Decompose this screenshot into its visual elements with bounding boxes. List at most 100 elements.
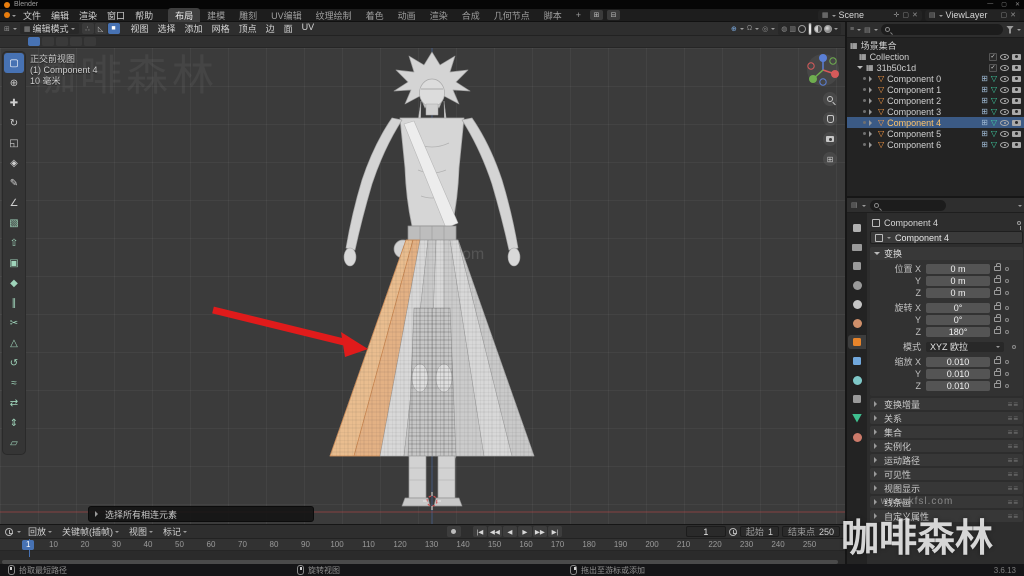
playback-button[interactable]: |◀ <box>473 526 487 537</box>
tool-button[interactable]: ▧ <box>4 213 24 233</box>
lock-open-icon[interactable] <box>994 329 1001 334</box>
collection-checkbox[interactable]: ✓ <box>989 53 997 61</box>
tool-button[interactable]: ⊕ <box>4 73 24 93</box>
collapsed-section-header[interactable]: 自定义属性 ≡≡ <box>870 510 1023 522</box>
value-field[interactable]: 180° <box>926 327 990 337</box>
properties-tab[interactable] <box>848 354 866 368</box>
pin-icon[interactable] <box>1017 221 1021 225</box>
viewport-menu-item[interactable]: 边 <box>262 22 279 35</box>
render-camera-icon[interactable] <box>1012 54 1021 60</box>
hide-eye-icon[interactable] <box>1000 131 1009 137</box>
render-camera-icon[interactable] <box>1012 98 1021 104</box>
playback-button[interactable]: ▶ <box>518 526 532 537</box>
expand-caret-icon[interactable] <box>869 120 875 126</box>
tool-button[interactable]: ⇕ <box>4 413 24 433</box>
tool-button[interactable]: ▢ <box>4 53 24 73</box>
tool-button[interactable]: ▣ <box>4 253 24 273</box>
mesh-data-icon[interactable]: ▽ <box>991 140 997 149</box>
outliner-row-component[interactable]: ▽ Component 0 ⊞ ▽ <box>847 73 1024 84</box>
viewlayer-selector[interactable]: ▤ ViewLayer ▢ ✕ <box>925 10 1020 21</box>
properties-tab[interactable] <box>848 373 866 387</box>
outliner-row-collection[interactable]: ▦ Collection ✓ <box>847 51 1024 62</box>
properties-search-input[interactable] <box>870 200 946 211</box>
menu-item[interactable]: 编辑 <box>46 11 74 21</box>
hide-eye-icon[interactable] <box>1000 76 1009 82</box>
move-view-icon[interactable] <box>823 112 837 126</box>
properties-options-caret-icon[interactable] <box>1018 205 1022 209</box>
properties-tab[interactable] <box>848 259 866 273</box>
lock-open-icon[interactable] <box>994 359 1001 364</box>
outliner-row-component[interactable]: ▽ Component 2 ⊞ ▽ <box>847 95 1024 106</box>
render-camera-icon[interactable] <box>1012 131 1021 137</box>
tool-button[interactable]: ↺ <box>4 353 24 373</box>
rendered-shading-icon[interactable] <box>824 25 832 33</box>
transform-panel-header[interactable]: 变换 <box>870 247 1023 260</box>
lock-open-icon[interactable] <box>994 266 1001 271</box>
collapsed-section-header[interactable]: 变换增量 ≡≡ <box>870 398 1023 410</box>
xray-toggle-icon[interactable]: ▥ <box>789 25 796 33</box>
workspace-tab[interactable]: 合成 <box>455 8 487 23</box>
workspace-tab[interactable]: UV编辑 <box>264 8 309 23</box>
viewport-3d[interactable]: 咖啡森林 l.com <box>0 48 845 524</box>
tool-button[interactable]: ✚ <box>4 93 24 113</box>
viewport-menu-item[interactable]: 网格 <box>208 22 234 35</box>
render-camera-icon[interactable] <box>1012 120 1021 126</box>
select-mode-intersect-icon[interactable] <box>84 37 96 46</box>
keyframe-dot-icon[interactable] <box>1005 330 1009 334</box>
properties-tab[interactable] <box>848 297 866 311</box>
keyframe-dot-icon[interactable] <box>1005 318 1009 322</box>
menu-item[interactable]: 帮助 <box>130 11 158 21</box>
new-scene-icon[interactable]: ▢ <box>902 11 909 19</box>
timeline-menu-item[interactable]: 视图 <box>126 525 156 538</box>
outliner-row-component[interactable]: ▽ Component 6 ⊞ ▽ <box>847 139 1024 150</box>
select-mode-invert-icon[interactable] <box>70 37 82 46</box>
face-select-icon[interactable]: ■ <box>108 23 120 34</box>
hide-eye-icon[interactable] <box>1000 142 1009 148</box>
snap-magnet-icon[interactable]: Ω <box>747 25 752 32</box>
expand-caret-icon[interactable] <box>857 66 863 72</box>
value-field[interactable]: 0.010 <box>926 381 990 391</box>
use-preview-range-icon[interactable] <box>729 528 737 536</box>
expand-caret-icon[interactable] <box>869 142 875 148</box>
viewport-menu-item[interactable]: 顶点 <box>235 22 261 35</box>
workspace-layout-icon[interactable]: ⊞ <box>590 10 603 20</box>
rotation-mode-dropdown[interactable]: XYZ 欧拉 <box>926 342 1004 352</box>
outliner-row-component[interactable]: ▽ Component 5 ⊞ ▽ <box>847 128 1024 139</box>
tool-button[interactable]: ↻ <box>4 113 24 133</box>
render-camera-icon[interactable] <box>1012 76 1021 82</box>
properties-tab[interactable] <box>848 392 866 406</box>
material-shading-icon[interactable] <box>814 25 822 33</box>
render-camera-icon[interactable] <box>1012 87 1021 93</box>
expand-caret-icon[interactable] <box>869 98 875 104</box>
render-camera-icon[interactable] <box>1012 109 1021 115</box>
menu-item[interactable]: 窗口 <box>102 11 130 21</box>
hide-eye-icon[interactable] <box>1000 109 1009 115</box>
expand-caret-icon[interactable] <box>869 109 875 115</box>
properties-tab[interactable] <box>848 316 866 330</box>
lock-open-icon[interactable] <box>994 305 1001 310</box>
mesh-data-icon[interactable]: ▽ <box>991 96 997 105</box>
tool-button[interactable]: ✂ <box>4 313 24 333</box>
auto-keying-button[interactable] <box>447 526 461 537</box>
unlink-scene-icon[interactable]: ✕ <box>912 11 918 19</box>
hide-eye-icon[interactable] <box>1000 65 1009 71</box>
mesh-data-icon[interactable]: ▽ <box>991 107 997 116</box>
properties-tab[interactable] <box>848 411 866 425</box>
viewport-menu-item[interactable]: 添加 <box>181 22 207 35</box>
editor-type-icon[interactable]: ⊞ <box>4 25 10 33</box>
vertex-select-icon[interactable]: ∴ <box>82 23 94 34</box>
lock-open-icon[interactable] <box>994 371 1001 376</box>
modifier-icon[interactable]: ⊞ <box>981 85 988 94</box>
keyframe-dot-icon[interactable] <box>1005 279 1009 283</box>
collapsed-section-header[interactable]: 实例化 ≡≡ <box>870 440 1023 452</box>
close-button[interactable]: ✕ <box>1015 1 1020 8</box>
frame-start-field[interactable]: 起始 1 <box>740 526 779 537</box>
wireframe-shading-icon[interactable] <box>798 25 806 33</box>
mesh-data-icon[interactable]: ▽ <box>991 74 997 83</box>
add-workspace-button[interactable]: + <box>571 10 586 20</box>
frame-end-field[interactable]: 结束点 250 <box>782 526 840 537</box>
tool-button[interactable]: ⇧ <box>4 233 24 253</box>
tool-button[interactable]: ≈ <box>4 373 24 393</box>
timeline-editor-icon[interactable] <box>5 528 13 536</box>
properties-tab[interactable] <box>848 278 866 292</box>
